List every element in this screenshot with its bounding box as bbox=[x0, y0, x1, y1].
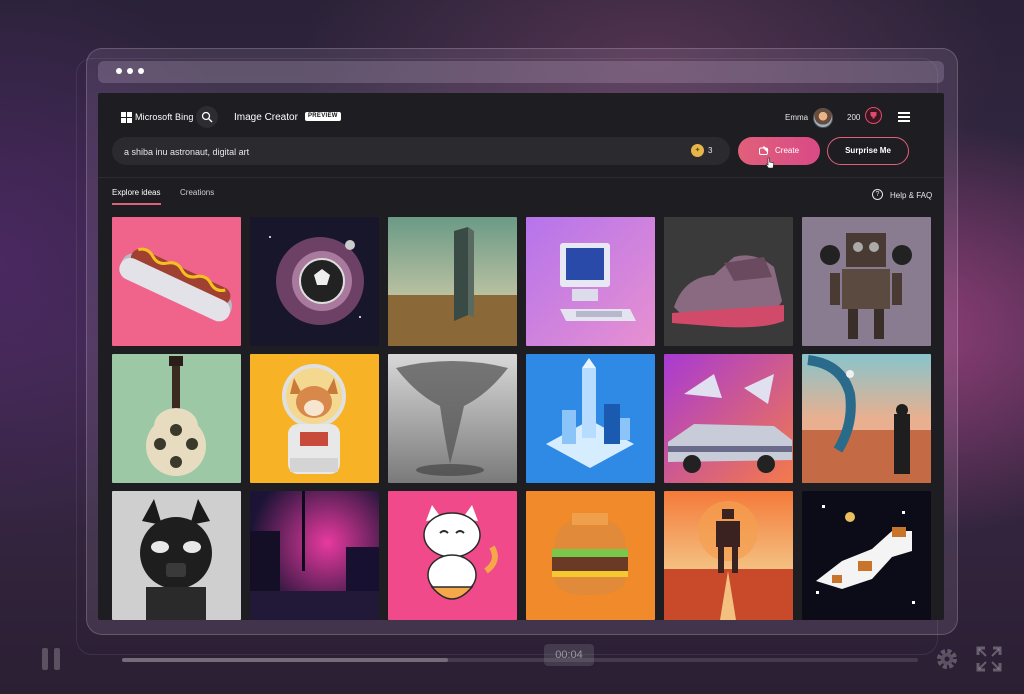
boost-coin-icon: ✦ bbox=[691, 144, 704, 157]
brand-name[interactable]: Microsoft Bing bbox=[135, 112, 193, 122]
gallery-image-masked-figurine[interactable] bbox=[112, 491, 241, 620]
header: Microsoft Bing Image Creator PREVIEW Emm… bbox=[98, 93, 944, 141]
video-progress-bar[interactable]: 00:04 bbox=[122, 644, 918, 666]
gallery-image-shiba-astronaut[interactable] bbox=[250, 354, 379, 483]
gallery-image-retro-computer[interactable] bbox=[526, 217, 655, 346]
gallery-image-sushi-guitar[interactable] bbox=[112, 354, 241, 483]
gallery-image-hot-dog[interactable] bbox=[112, 217, 241, 346]
gallery-image-robot[interactable] bbox=[802, 217, 931, 346]
gallery-image-tornado[interactable] bbox=[388, 354, 517, 483]
microsoft-logo-icon bbox=[121, 112, 132, 123]
tab-creations[interactable]: Creations bbox=[180, 188, 214, 197]
gallery-image-isometric-city[interactable] bbox=[526, 354, 655, 483]
mouse-cursor-icon bbox=[765, 157, 775, 169]
create-label: Create bbox=[775, 146, 800, 155]
boost-badge[interactable]: ✦ 3 bbox=[691, 143, 723, 159]
prompt-input[interactable] bbox=[122, 137, 686, 167]
gallery-image-neon-alley[interactable] bbox=[250, 491, 379, 620]
search-button[interactable] bbox=[196, 106, 218, 128]
create-button[interactable]: Create bbox=[738, 137, 820, 165]
gallery-image-sneaker[interactable] bbox=[664, 217, 793, 346]
rewards-points[interactable]: 200 bbox=[847, 113, 860, 122]
fullscreen-icon[interactable] bbox=[976, 646, 1002, 672]
preview-badge: PREVIEW bbox=[305, 112, 341, 121]
gallery-image-burger[interactable] bbox=[526, 491, 655, 620]
create-brush-icon bbox=[759, 146, 769, 155]
gear-icon[interactable] bbox=[934, 646, 960, 672]
gallery-image-pixel-dog[interactable] bbox=[802, 491, 931, 620]
surprise-me-button[interactable]: Surprise Me bbox=[827, 137, 909, 165]
gallery-image-monolith[interactable] bbox=[388, 217, 517, 346]
browser-topbar bbox=[98, 61, 944, 83]
user-name[interactable]: Emma bbox=[785, 113, 808, 122]
gallery-image-desert-figure[interactable] bbox=[802, 354, 931, 483]
image-creator-app: Microsoft Bing Image Creator PREVIEW Emm… bbox=[98, 93, 944, 620]
video-time-tooltip: 00:04 bbox=[544, 644, 594, 666]
avatar[interactable] bbox=[813, 108, 833, 128]
boost-count: 3 bbox=[708, 146, 713, 155]
tab-active-indicator bbox=[112, 203, 161, 205]
video-player-controls: 00:04 bbox=[0, 630, 1024, 694]
hamburger-menu-icon[interactable] bbox=[898, 112, 910, 124]
tab-explore-ideas[interactable]: Explore ideas bbox=[112, 188, 160, 197]
window-dots-icon[interactable] bbox=[116, 68, 144, 74]
help-faq-link[interactable]: Help & FAQ bbox=[890, 191, 932, 200]
header-divider bbox=[98, 177, 944, 178]
video-progress-fill bbox=[122, 658, 449, 662]
gallery-image-robot-sunset[interactable] bbox=[664, 491, 793, 620]
help-icon[interactable]: ? bbox=[872, 189, 883, 200]
gallery-image-soccer-ball[interactable] bbox=[250, 217, 379, 346]
search-icon bbox=[201, 111, 213, 123]
rewards-trophy-icon[interactable] bbox=[865, 107, 882, 124]
gallery-image-delorean[interactable] bbox=[664, 354, 793, 483]
gallery-image-lucky-cat[interactable] bbox=[388, 491, 517, 620]
prompt-bar: ✦ 3 bbox=[112, 137, 730, 167]
app-title: Image Creator bbox=[234, 112, 298, 123]
pause-icon[interactable] bbox=[42, 648, 62, 670]
